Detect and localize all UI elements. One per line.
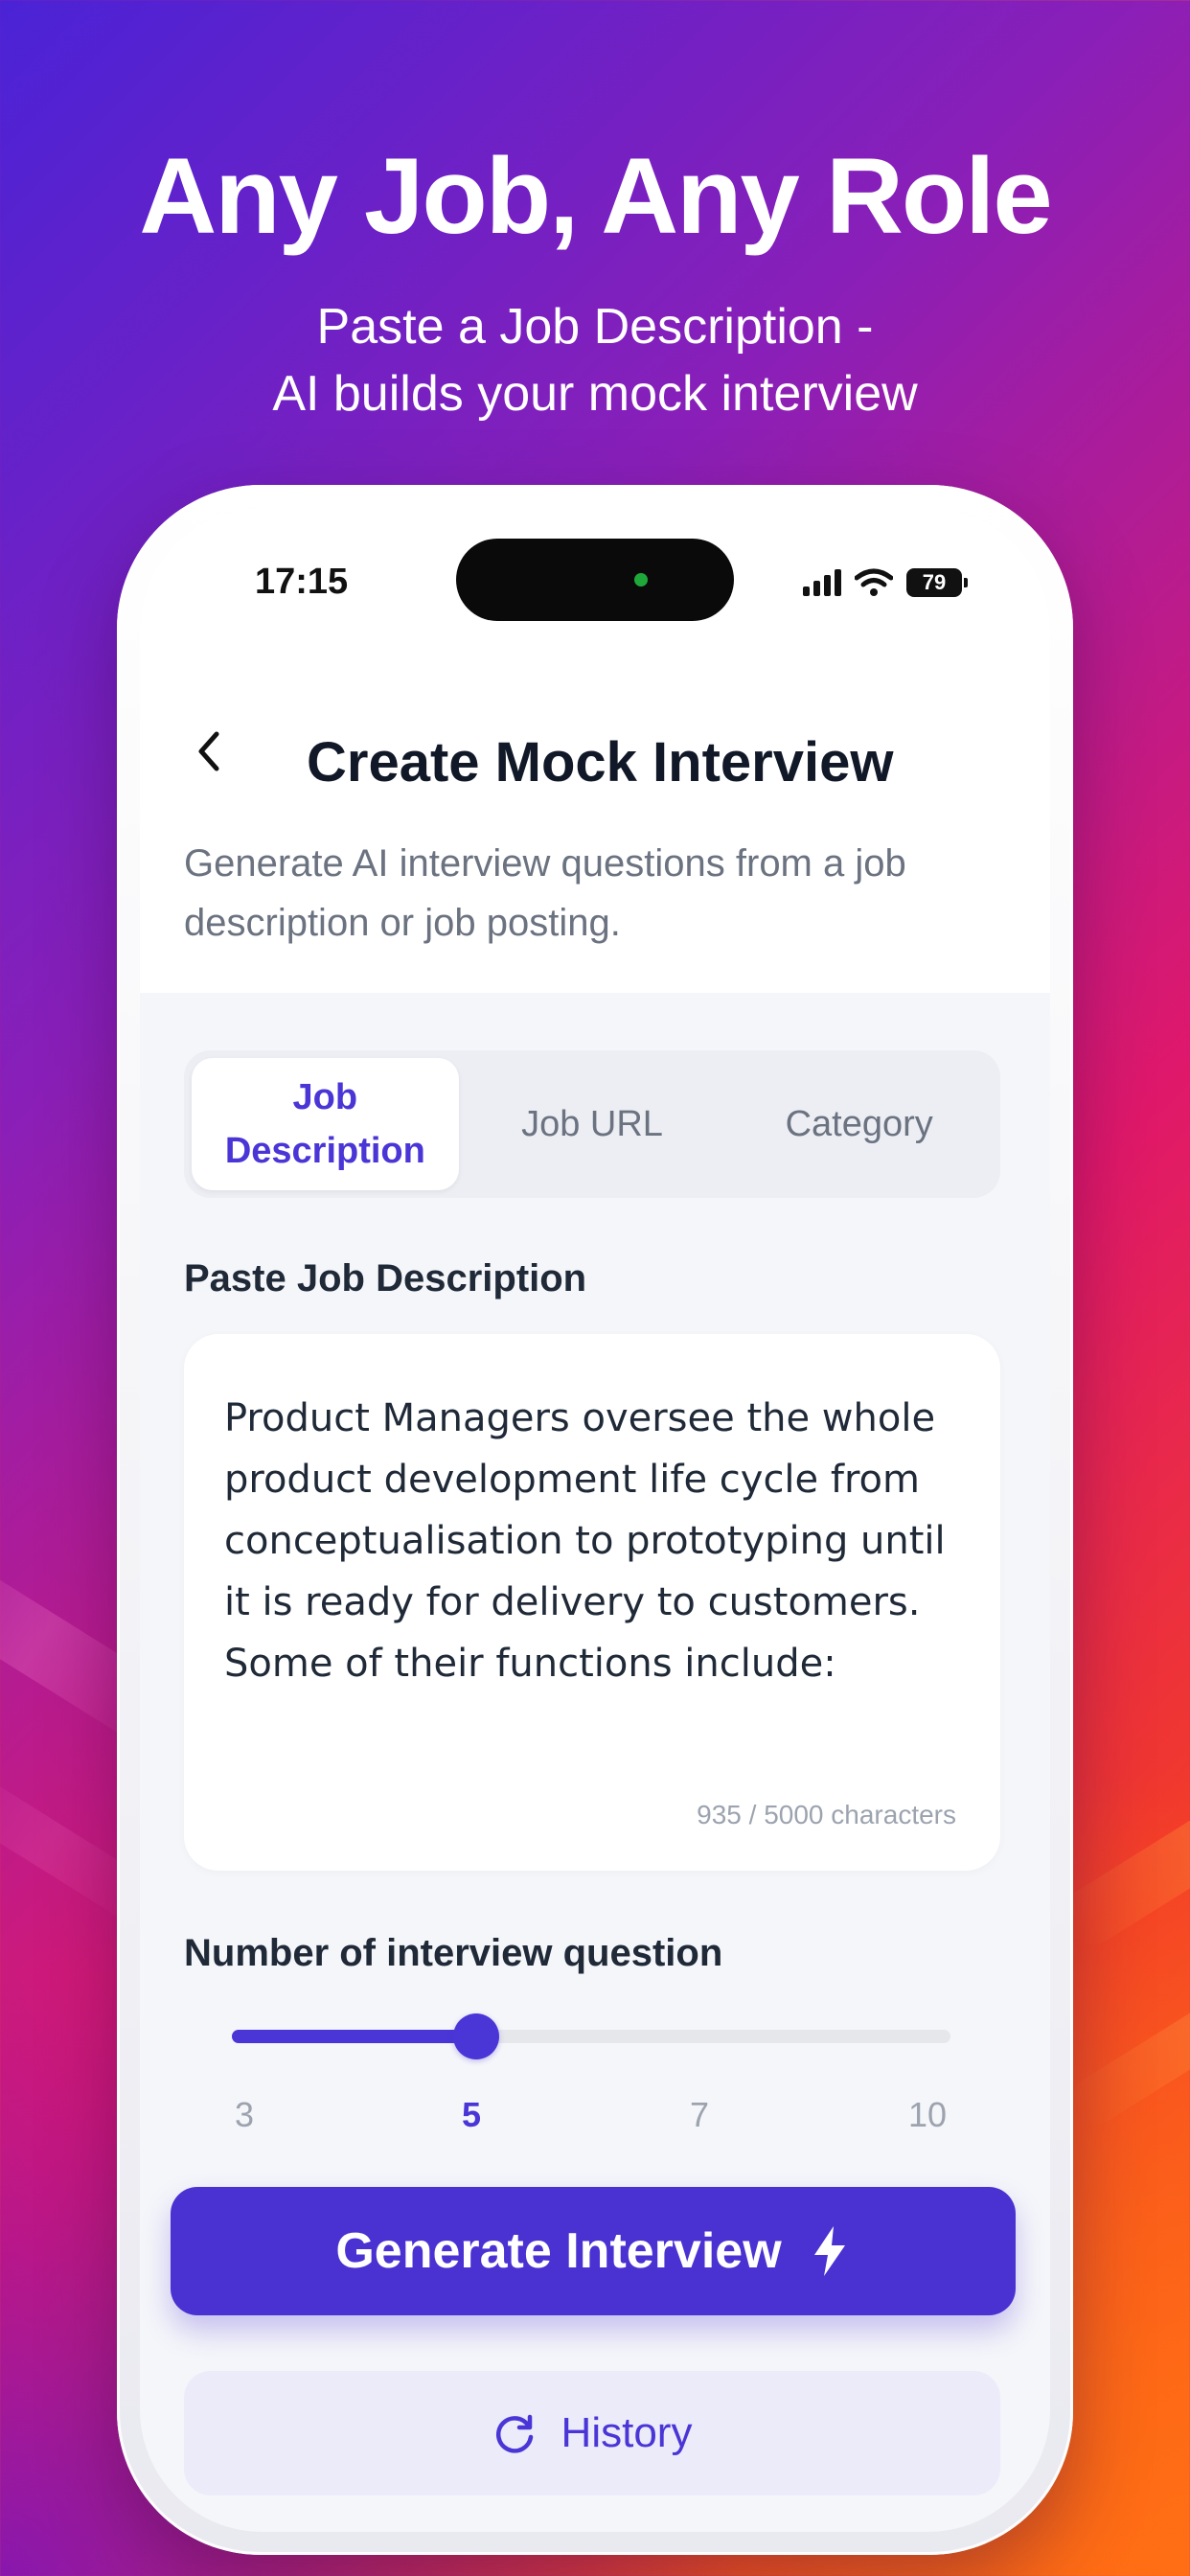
history-button-label: History [561,2409,693,2456]
background-streak [1063,1940,1190,2133]
signal-icon [803,569,841,596]
page-title: Create Mock Interview [307,731,894,794]
tab-label: Description [224,1131,425,1171]
slider-tick[interactable]: 3 [235,2095,254,2135]
promo-subline: Paste a Job Description - [316,299,874,355]
tab-category[interactable]: Category [725,1058,993,1190]
slider-tick[interactable]: 10 [908,2095,947,2135]
question-count-label: Number of interview question [184,1932,723,1974]
question-count-slider[interactable] [232,2013,950,2059]
lightning-bolt-icon [813,2226,845,2276]
page-header: Create Mock Interview Generate AI interv… [140,661,1050,993]
character-count: 935 / 5000 characters [697,1800,956,1829]
back-chevron-icon[interactable] [182,723,240,780]
status-bar: 17:15 79 [140,508,1050,661]
history-button[interactable]: History [184,2371,1000,2496]
battery-icon: 79 [906,568,968,597]
generate-button-label: Generate Interview [335,2223,782,2279]
job-description-input[interactable]: Product Managers oversee the whole produ… [184,1334,1000,1871]
input-mode-tabs: Job Description Job URL Category [184,1050,1000,1198]
slider-tick[interactable]: 7 [690,2095,709,2135]
job-description-text[interactable]: Product Managers oversee the whole produ… [224,1388,972,1694]
promo-headline: Any Job, Any Role [139,136,1052,256]
status-icons: 79 [803,564,968,602]
phone-screen: 17:15 79 Create Mock Interview Generate … [140,508,1050,2532]
job-description-label: Paste Job Description [184,1257,587,1300]
generate-interview-button[interactable]: Generate Interview [171,2187,1016,2315]
camera-indicator [634,573,648,586]
tab-label: Category [785,1104,933,1144]
tab-job-description[interactable]: Job Description [192,1058,459,1190]
wifi-icon [855,568,893,596]
promo-subline: AI builds your mock interview [272,366,918,422]
page-description: Generate AI interview questions from a j… [184,842,906,944]
slider-fill [232,2030,476,2043]
dynamic-island [456,539,734,621]
refresh-icon [495,2414,533,2453]
status-time: 17:15 [255,562,349,602]
tab-label: Job URL [521,1104,663,1144]
slider-thumb[interactable] [453,2013,499,2059]
tab-job-url[interactable]: Job URL [459,1058,726,1190]
tab-label: Job [292,1077,358,1117]
slider-tick-selected[interactable]: 5 [462,2095,481,2135]
